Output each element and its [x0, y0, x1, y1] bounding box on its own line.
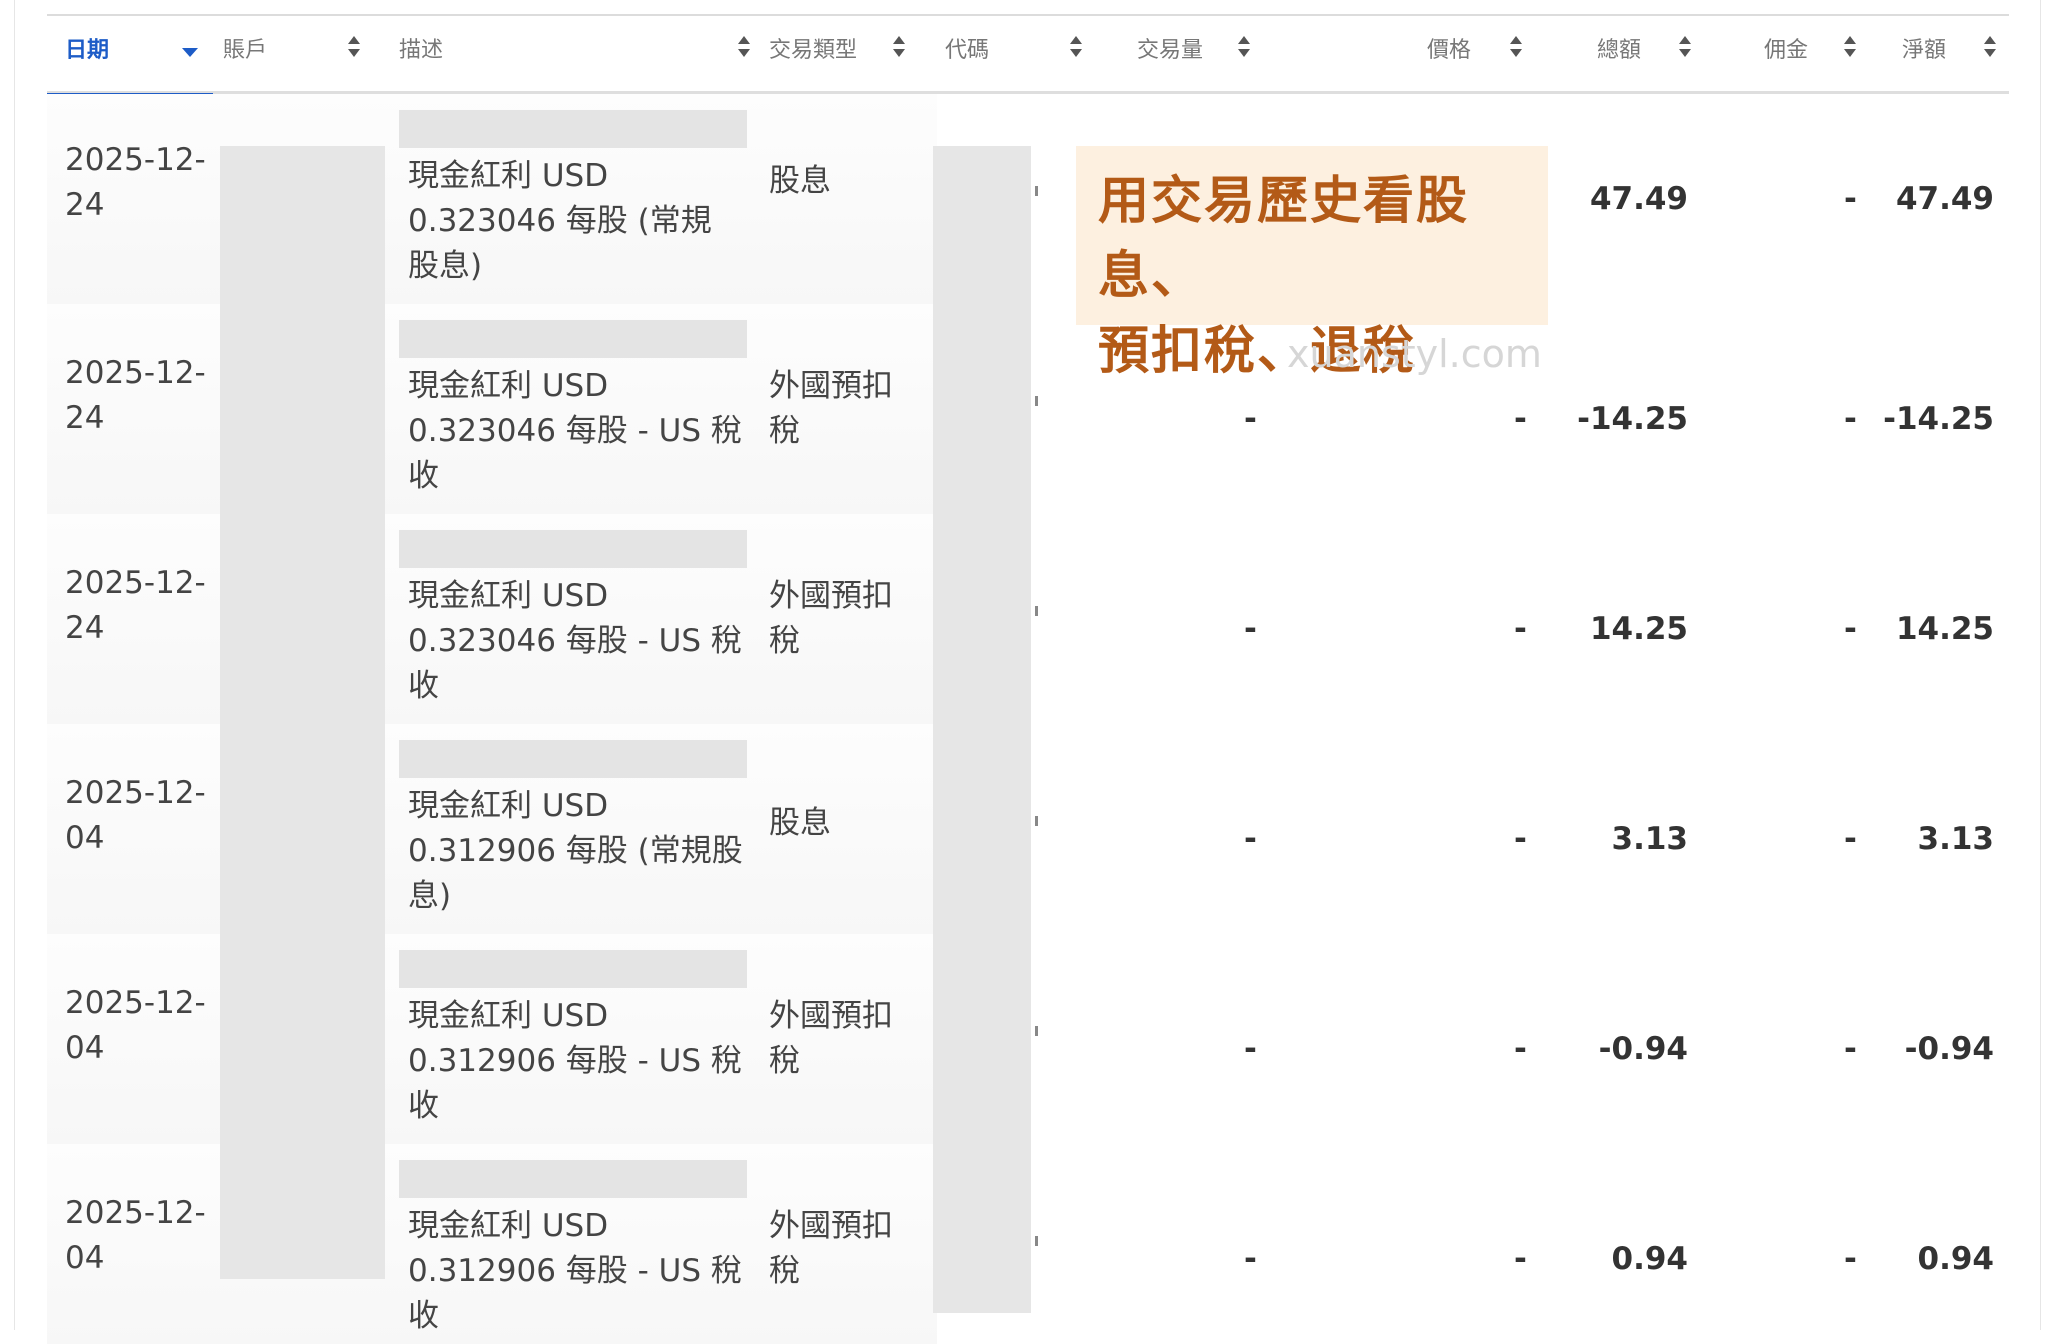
cell-net: 0.94 [1917, 1241, 1995, 1277]
column-header-gross[interactable]: 總額 [1597, 16, 1747, 94]
column-header-date[interactable]: 日期 [47, 16, 213, 97]
redacted-symbol-column [933, 146, 1031, 1313]
cell-gross: -14.25 [1577, 401, 1688, 437]
cell-gross: -0.94 [1598, 1031, 1688, 1067]
sort-icon [1238, 36, 1250, 62]
cell-type: 外國預扣 稅 [769, 368, 893, 449]
redacted-symbol-bar [399, 110, 747, 148]
cell-price: - [1514, 1031, 1527, 1067]
column-label-date: 日期 [65, 38, 110, 63]
column-label-gross: 總額 [1597, 38, 1642, 63]
symbol-tick [1035, 1026, 1038, 1036]
cell-price: - [1514, 1241, 1527, 1277]
cell-type: 外國預扣 稅 [769, 1208, 893, 1289]
cell-net: -0.94 [1904, 1031, 1994, 1067]
cell-gross: 3.13 [1611, 821, 1689, 857]
sort-desc-icon [182, 48, 198, 57]
cell-description: 現金紅利 USD 0.323046 每股 (常規 股息) [408, 158, 712, 284]
cell-description: 現金紅利 USD 0.312906 每股 - US 稅 收 [408, 998, 742, 1124]
cell-date: 2025-12- 24 [65, 142, 206, 223]
column-header-symbol[interactable]: 代碼 [945, 16, 1095, 94]
cell-date: 2025-12- 04 [65, 1195, 206, 1276]
cell-date: 2025-12- 24 [65, 565, 206, 646]
cell-quantity: - [1244, 401, 1257, 437]
cell-gross: 0.94 [1611, 1241, 1689, 1277]
page-frame-right [2040, 0, 2041, 1330]
symbol-tick [1035, 606, 1038, 616]
cell-date: 2025-12- 04 [65, 775, 206, 856]
column-header-commission[interactable]: 佣金 [1764, 16, 1884, 94]
column-header-description[interactable]: 描述 [399, 16, 759, 94]
cell-quantity: - [1244, 821, 1257, 857]
cell-description: 現金紅利 USD 0.323046 每股 - US 稅 收 [408, 368, 742, 494]
cell-price: - [1514, 401, 1527, 437]
redacted-symbol-bar [399, 530, 747, 568]
symbol-tick [1035, 816, 1038, 826]
cell-price: - [1514, 821, 1527, 857]
redacted-symbol-bar [399, 740, 747, 778]
column-label-net: 淨額 [1902, 38, 1947, 63]
redacted-symbol-bar [399, 950, 747, 988]
sort-icon [1844, 36, 1856, 62]
cell-quantity: - [1244, 1031, 1257, 1067]
cell-net: -14.25 [1883, 401, 1994, 437]
redacted-account-column [220, 146, 385, 1279]
cell-net: 47.49 [1895, 181, 1994, 217]
page-frame-left [14, 0, 15, 1330]
symbol-tick [1035, 396, 1038, 406]
column-header-net[interactable]: 淨額 [1902, 16, 2009, 94]
column-label-description: 描述 [399, 38, 444, 63]
cell-net: 14.25 [1895, 611, 1994, 647]
column-header-quantity[interactable]: 交易量 [1137, 16, 1287, 94]
sort-icon [1984, 36, 1996, 62]
column-label-symbol: 代碼 [945, 38, 990, 63]
cell-gross: 14.25 [1589, 611, 1688, 647]
column-label-commission: 佣金 [1764, 38, 1809, 63]
column-header-price[interactable]: 價格 [1427, 16, 1577, 94]
table-header: 日期 賬戶 描述 交易類型 代碼 交易量 價格 總額 佣金 淨額 [47, 16, 2009, 97]
column-label-quantity: 交易量 [1137, 38, 1204, 63]
cell-gross: 47.49 [1589, 181, 1688, 217]
sort-icon [1679, 36, 1691, 62]
annotation-banner: 用交易歷史看股息、 預扣稅、退稅 [1076, 146, 1548, 381]
sort-icon [738, 36, 750, 62]
cell-type: 股息 [769, 163, 831, 199]
cell-description: 現金紅利 USD 0.312906 每股 - US 稅 收 [408, 1208, 742, 1334]
column-label-account: 賬戶 [223, 38, 268, 63]
redacted-symbol-bar [399, 320, 747, 358]
column-header-account[interactable]: 賬戶 [223, 16, 373, 94]
symbol-tick [1035, 186, 1038, 196]
cell-date: 2025-12- 24 [65, 355, 206, 436]
sort-icon [1070, 36, 1082, 62]
cell-description: 現金紅利 USD 0.323046 每股 - US 稅 收 [408, 578, 742, 704]
sort-icon [1510, 36, 1522, 62]
column-label-price: 價格 [1427, 38, 1472, 63]
watermark: xuanstyl.com [1287, 332, 1542, 376]
column-label-type: 交易類型 [769, 38, 858, 63]
cell-price: - [1514, 611, 1527, 647]
cell-type: 外國預扣 稅 [769, 578, 893, 659]
column-header-type[interactable]: 交易類型 [769, 16, 919, 94]
cell-date: 2025-12- 04 [65, 985, 206, 1066]
cell-description: 現金紅利 USD 0.312906 每股 (常規股 息) [408, 788, 743, 914]
cell-type: 外國預扣 稅 [769, 998, 893, 1079]
redacted-symbol-bar [399, 1160, 747, 1198]
cell-quantity: - [1244, 611, 1257, 647]
sort-icon [893, 36, 905, 62]
sort-icon [348, 36, 360, 62]
cell-net: 3.13 [1917, 821, 1995, 857]
cell-quantity: - [1244, 1241, 1257, 1277]
cell-type: 股息 [769, 805, 831, 841]
symbol-tick [1035, 1236, 1038, 1246]
